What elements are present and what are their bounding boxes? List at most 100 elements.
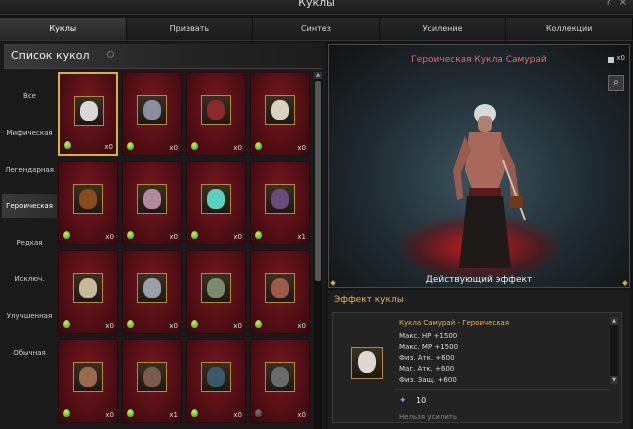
doll-card[interactable]: x0: [250, 339, 310, 423]
gem-icon: [127, 142, 134, 150]
doll-portrait-frame: [265, 95, 295, 125]
doll-list-header: Список кукол: [4, 44, 322, 69]
tab-dolls[interactable]: Куклы: [0, 18, 127, 41]
tab-synthesis[interactable]: Синтез: [253, 18, 380, 41]
doll-card[interactable]: x0: [250, 250, 310, 334]
doll-card[interactable]: x0: [122, 161, 182, 245]
gem-icon: [63, 231, 70, 239]
gem-icon: [191, 409, 198, 417]
effect-divider: [395, 389, 609, 390]
doll-portrait-icon: [207, 278, 225, 298]
gem-icon: [191, 142, 198, 150]
doll-count: x0: [233, 411, 242, 419]
doll-portrait-icon: [271, 189, 289, 209]
doll-card[interactable]: x0: [186, 161, 246, 245]
window-titlebar: Куклы ? ×: [0, 0, 633, 15]
doll-count: x0: [169, 233, 178, 241]
bag-icon: [608, 57, 614, 63]
doll-count: x1: [169, 411, 178, 419]
header-ornament-icon: [107, 51, 114, 58]
gem-icon: [64, 141, 71, 149]
active-effect-button[interactable]: Действующий эффект: [329, 275, 629, 285]
doll-card[interactable]: x0: [58, 161, 118, 245]
portrait-face-icon: [358, 351, 376, 373]
category-list: Все Мифическая Легендарная Героическая Р…: [0, 72, 58, 429]
gem-icon: [127, 231, 134, 239]
category-all[interactable]: Все: [2, 84, 57, 108]
doll-portrait-icon: [79, 367, 97, 387]
gem-icon: [191, 231, 198, 239]
doll-list-title: Список кукол: [11, 49, 90, 62]
doll-portrait-frame: [201, 95, 231, 125]
scroll-down-icon[interactable]: ▼: [610, 376, 618, 384]
doll-card[interactable]: x0: [122, 250, 182, 334]
zoom-search-icon[interactable]: ⌕: [608, 75, 624, 91]
doll-card[interactable]: x0: [58, 250, 118, 334]
doll-portrait-frame: [201, 273, 231, 303]
gem-icon: [63, 320, 70, 328]
gem-icon: [255, 409, 262, 417]
doll-list-scrollbar[interactable]: ▲: [314, 72, 322, 429]
doll-portrait-icon: [143, 189, 161, 209]
category-mythic[interactable]: Мифическая: [2, 121, 57, 145]
doll-portrait-icon: [207, 189, 225, 209]
doll-portrait-icon: [79, 278, 97, 298]
scroll-thumb[interactable]: [315, 81, 321, 281]
doll-card[interactable]: x1: [250, 161, 310, 245]
effect-stat: Макс. HP +1500: [399, 332, 458, 340]
tab-enhance[interactable]: Усиление: [379, 18, 507, 41]
doll-portrait-frame: [73, 362, 103, 392]
doll-card[interactable]: x1: [122, 339, 182, 423]
doll-count: x0: [169, 322, 178, 330]
enhance-level: 10: [416, 396, 427, 405]
category-legendary[interactable]: Легендарная: [2, 158, 57, 182]
doll-portrait-icon: [271, 100, 289, 120]
doll-card[interactable]: x0: [186, 339, 246, 423]
doll-portrait-frame: [137, 184, 167, 214]
help-icon[interactable]: ?: [606, 0, 611, 8]
doll-count: x0: [297, 322, 306, 330]
doll-count: x1: [297, 233, 306, 241]
enhance-note: Нельзя усилить: [399, 413, 458, 421]
doll-portrait-icon: [143, 100, 161, 120]
category-rare[interactable]: Редкая: [2, 231, 57, 255]
doll-count: x0: [105, 322, 114, 330]
category-common[interactable]: Обычная: [2, 341, 57, 365]
scroll-up-icon[interactable]: ▲: [314, 72, 322, 79]
doll-portrait-icon: [80, 101, 98, 121]
gem-icon: [255, 231, 262, 239]
doll-card[interactable]: x0: [250, 72, 310, 156]
gem-icon: [127, 320, 134, 328]
category-exclusive[interactable]: Исключ.: [2, 267, 57, 291]
doll-card[interactable]: x0: [186, 250, 246, 334]
effect-stat: Физ. Защ. +600: [399, 376, 457, 384]
doll-count: x0: [297, 411, 306, 419]
scroll-up-icon[interactable]: ▲: [610, 317, 618, 325]
doll-portrait-frame: [73, 273, 103, 303]
doll-count: x0: [233, 322, 242, 330]
doll-portrait-frame: [137, 273, 167, 303]
doll-portrait-frame: [201, 184, 231, 214]
doll-card[interactable]: x0: [58, 72, 118, 156]
doll-card[interactable]: x0: [186, 72, 246, 156]
doll-portrait-frame: [74, 96, 104, 126]
category-improved[interactable]: Улучшенная: [2, 304, 57, 328]
doll-title: Героическая Кукла Самурай: [411, 55, 547, 65]
doll-portrait-icon: [143, 278, 161, 298]
effect-scrollbar[interactable]: ▲ ▼: [610, 317, 618, 384]
gem-icon: [255, 320, 262, 328]
category-heroic[interactable]: Героическая: [2, 194, 57, 218]
doll-card[interactable]: x0: [122, 72, 182, 156]
close-icon[interactable]: ×: [619, 0, 627, 8]
doll-count: x0: [233, 233, 242, 241]
doll-count: x0: [105, 411, 114, 419]
doll-card-grid: x0 x0 x0 x0 x0 x0 x0 x1 x0 x0 x0 x0 x0 x1 x0 x0: [58, 72, 314, 429]
doll-portrait-icon: [271, 367, 289, 387]
doll-card[interactable]: x0: [58, 339, 118, 423]
tab-bar: Куклы Призвать Синтез Усиление Коллекции: [0, 18, 633, 41]
samurai-doll-figure: [453, 104, 526, 268]
tab-summon[interactable]: Призвать: [126, 18, 254, 41]
tab-collections[interactable]: Коллекции: [506, 18, 633, 41]
doll-portrait-frame: [137, 95, 167, 125]
doll-detail-panel: Героическая Кукла Самурай x0 ⌕ Действующ…: [328, 42, 630, 429]
